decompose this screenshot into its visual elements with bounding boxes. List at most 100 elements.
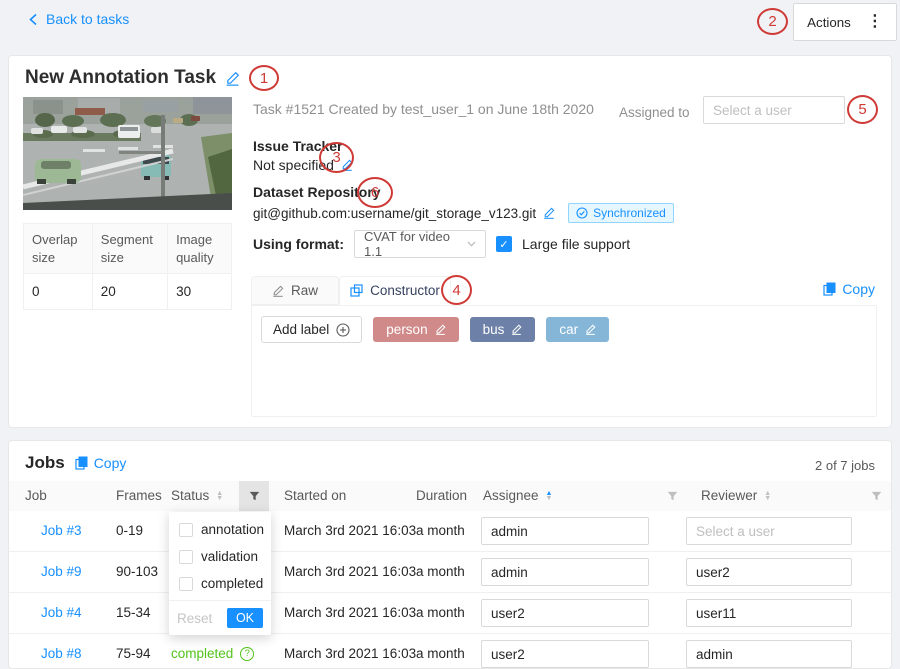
filter-option-label: completed <box>201 576 263 591</box>
label-constructor-panel: Add label person bus <box>251 305 877 417</box>
duration-cell: a month <box>416 646 465 661</box>
annotation-marker-5: 5 <box>847 95 878 124</box>
started-cell: March 3rd 2021 16:03 <box>284 523 416 538</box>
assigned-to-label: Assigned to <box>619 105 690 120</box>
task-title: New Annotation Task <box>25 67 216 89</box>
edit-label-icon[interactable] <box>585 324 596 335</box>
assignee-input[interactable] <box>481 517 649 545</box>
copy-jobs-button[interactable]: Copy <box>75 455 127 471</box>
annotation-marker-6: 6 <box>357 177 393 208</box>
synchronized-badge-label: Synchronized <box>593 206 666 220</box>
edit-label-icon[interactable] <box>511 324 522 335</box>
jobs-count: 2 of 7 jobs <box>815 458 875 473</box>
column-status[interactable]: Status ▲▼ <box>171 488 223 503</box>
label-chip-car-name: car <box>559 322 578 337</box>
checkbox-icon[interactable] <box>179 550 193 564</box>
duration-cell: a month <box>416 523 465 538</box>
assignee-input[interactable] <box>481 558 649 586</box>
param-header-segment: Segment size <box>92 224 167 274</box>
job-link[interactable]: Job #9 <box>41 564 82 579</box>
more-vertical-icon: ⋮ <box>867 14 883 30</box>
label-chip-car[interactable]: car <box>546 317 609 342</box>
reviewer-input[interactable] <box>686 599 852 627</box>
sort-icon[interactable]: ▲▼ <box>216 491 223 501</box>
export-format-select[interactable]: CVAT for video 1.1 <box>354 230 486 258</box>
jobs-table-header: Job Frames Status ▲▼ Started on Duration… <box>9 481 892 511</box>
assignee-filter-icon[interactable] <box>657 481 687 511</box>
back-to-tasks-link[interactable]: Back to tasks <box>28 11 129 27</box>
status-cell: completed ? <box>171 646 254 661</box>
annotation-marker-4: 4 <box>441 275 472 305</box>
tab-constructor-label: Constructor <box>370 283 440 298</box>
chevron-left-icon <box>28 13 39 26</box>
copy-icon <box>823 282 836 296</box>
add-label-button-label: Add label <box>273 322 329 337</box>
export-format-value: CVAT for video 1.1 <box>364 229 467 259</box>
jobs-card: Jobs Copy 2 of 7 jobs Job Frames Status … <box>8 440 892 669</box>
task-preview-image <box>23 97 232 210</box>
table-row: Job #3 0-19 March 3rd 2021 16:03 a month <box>9 511 892 552</box>
checkbox-icon[interactable] <box>179 577 193 591</box>
tab-constructor[interactable]: Constructor <box>339 276 451 305</box>
duration-cell: a month <box>416 605 465 620</box>
task-params-table: Overlap size Segment size Image quality … <box>23 223 232 310</box>
block-icon <box>350 284 363 297</box>
dataset-repository-value: git@github.com:username/git_storage_v123… <box>253 206 536 221</box>
sort-icon-active[interactable]: ▲▼ <box>546 491 553 501</box>
param-header-quality: Image quality <box>168 224 232 274</box>
status-filter-icon[interactable] <box>239 481 269 511</box>
assignee-input[interactable] <box>481 599 649 627</box>
column-frames: Frames <box>116 488 162 503</box>
status-filter-dropdown: annotation validation completed Reset OK <box>169 512 271 635</box>
reviewer-input[interactable] <box>686 640 852 668</box>
assignee-input[interactable] <box>481 640 649 668</box>
filter-ok-button[interactable]: OK <box>227 608 263 628</box>
copy-labels-label: Copy <box>842 281 875 297</box>
cvat-task-page: Back to tasks 2 Actions ⋮ New Annotation… <box>0 0 900 669</box>
filter-option-validation[interactable]: validation <box>169 543 271 570</box>
job-link[interactable]: Job #4 <box>41 605 82 620</box>
column-reviewer[interactable]: Reviewer ▲▼ <box>701 488 771 503</box>
large-file-support-checkbox[interactable]: ✓ <box>496 236 512 252</box>
edit-repository-icon[interactable] <box>543 207 555 219</box>
job-link[interactable]: Job #8 <box>41 646 82 661</box>
label-chip-bus-name: bus <box>483 322 505 337</box>
tab-raw[interactable]: Raw <box>251 276 339 305</box>
reviewer-input[interactable] <box>686 517 852 545</box>
filter-option-label: validation <box>201 549 258 564</box>
filter-reset-button[interactable]: Reset <box>177 611 212 626</box>
tab-raw-label: Raw <box>291 283 318 298</box>
sort-icon[interactable]: ▲▼ <box>764 491 771 501</box>
column-assignee[interactable]: Assignee ▲▼ <box>483 488 552 503</box>
reviewer-filter-icon[interactable] <box>861 481 891 511</box>
jobs-title: Jobs <box>25 453 65 473</box>
annotation-marker-2: 2 <box>757 8 788 35</box>
label-chip-person-name: person <box>386 322 427 337</box>
param-value-overlap: 0 <box>24 274 93 310</box>
frames-cell: 75-94 <box>116 646 151 661</box>
column-duration: Duration <box>416 488 467 503</box>
task-details-card: New Annotation Task 1 <box>8 55 892 428</box>
edit-task-name-icon[interactable] <box>225 71 240 86</box>
label-chip-person[interactable]: person <box>373 317 458 342</box>
add-label-button[interactable]: Add label <box>261 316 362 343</box>
back-link-label: Back to tasks <box>46 11 129 27</box>
copy-icon <box>75 456 88 470</box>
annotation-marker-3: 3 <box>319 142 354 173</box>
table-row: Job #8 75-94 completed ? March 3rd 2021 … <box>9 634 892 669</box>
copy-jobs-label: Copy <box>94 455 127 471</box>
checkbox-icon[interactable] <box>179 523 193 537</box>
filter-option-label: annotation <box>201 522 264 537</box>
reviewer-input[interactable] <box>686 558 852 586</box>
table-row: Job #4 15-34 March 3rd 2021 16:03 a mont… <box>9 593 892 634</box>
filter-option-completed[interactable]: completed <box>169 570 271 597</box>
job-link[interactable]: Job #3 <box>41 523 82 538</box>
assigned-to-input[interactable] <box>703 96 845 124</box>
edit-label-icon[interactable] <box>435 324 446 335</box>
label-chip-bus[interactable]: bus <box>470 317 536 342</box>
label-editor-tabs: Raw Constructor 4 Copy <box>251 276 877 305</box>
filter-option-annotation[interactable]: annotation <box>169 516 271 543</box>
plus-circle-icon <box>336 323 350 337</box>
actions-button[interactable]: Actions ⋮ <box>793 3 897 41</box>
copy-labels-button[interactable]: Copy <box>823 281 875 297</box>
